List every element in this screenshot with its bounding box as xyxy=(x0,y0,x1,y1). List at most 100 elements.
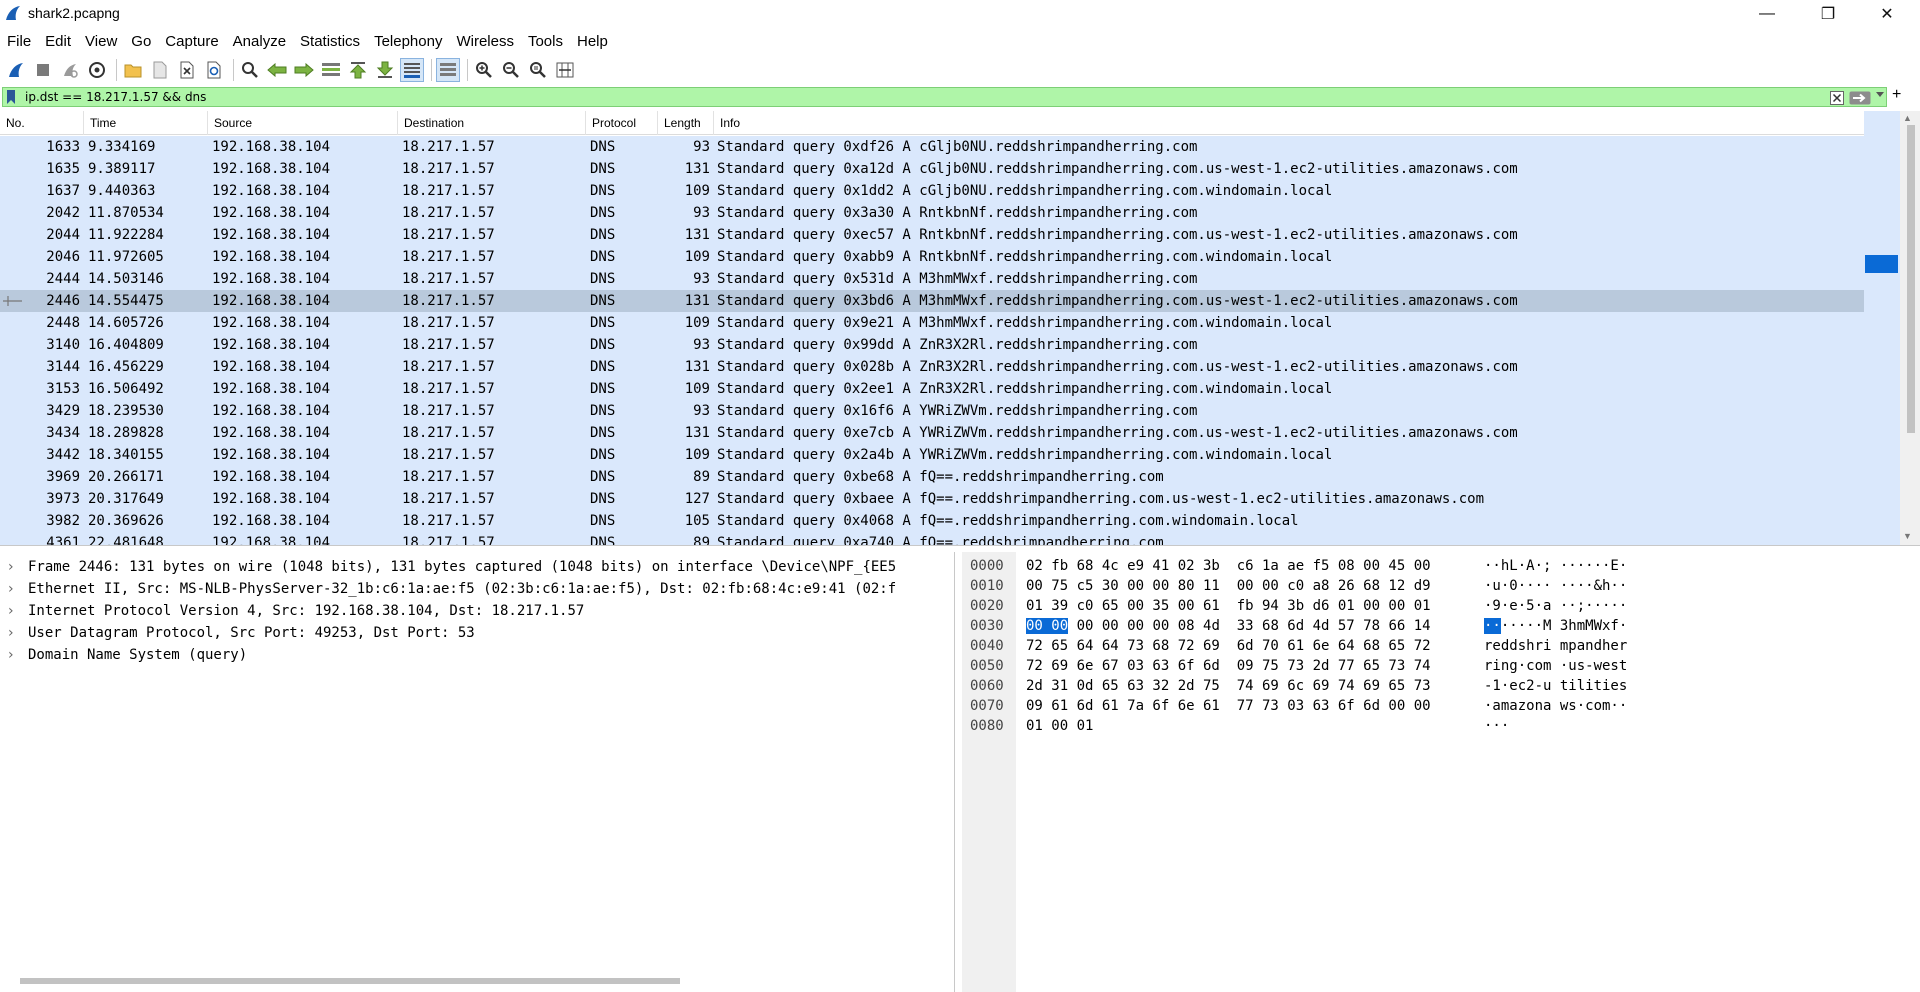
bookmark-icon[interactable] xyxy=(6,90,16,104)
menu-help[interactable]: Help xyxy=(570,31,615,53)
go-back-button[interactable] xyxy=(265,58,289,82)
minimize-button[interactable]: — xyxy=(1738,0,1796,28)
detail-row-dns[interactable]: › Domain Name System (query) xyxy=(0,644,954,666)
hex-ascii[interactable]: ·amazona ws·com·· xyxy=(1484,696,1627,716)
hex-ascii[interactable]: -1·ec2-u tilities xyxy=(1484,676,1627,696)
details-horizontal-scroll-thumb[interactable] xyxy=(20,978,680,984)
autoscroll-button[interactable] xyxy=(400,58,424,82)
display-filter-text[interactable]: ip.dst == 18.217.1.57 && dns xyxy=(25,90,206,104)
hex-bytes[interactable]: 02 fb 68 4c e9 41 02 3b c6 1a ae f5 08 0… xyxy=(1026,556,1431,576)
packet-row[interactable]: 2448 14.605726 192.168.38.104 18.217.1.57 DN… xyxy=(0,312,1864,334)
packet-row[interactable]: 2444 14.503146 192.168.38.104 18.217.1.57 DN… xyxy=(0,268,1864,290)
detail-row-ethernet[interactable]: › Ethernet II, Src: MS-NLB-PhysServer-32_… xyxy=(0,578,954,600)
hex-ascii[interactable]: ··hL·A·; ······E· xyxy=(1484,556,1627,576)
resize-columns-button[interactable] xyxy=(553,58,577,82)
hex-bytes[interactable]: 01 39 c0 65 00 35 00 61 fb 94 3b d6 01 0… xyxy=(1026,596,1431,616)
hex-ascii[interactable]: reddshri mpandher xyxy=(1484,636,1627,656)
hex-bytes[interactable]: 00 75 c5 30 00 00 80 11 00 00 c0 a8 26 6… xyxy=(1026,576,1431,596)
column-header-no[interactable]: No. xyxy=(0,111,84,135)
menu-telephony[interactable]: Telephony xyxy=(367,31,449,53)
column-header-length[interactable]: Length xyxy=(658,111,714,135)
packet-row[interactable]: 1637 9.440363 192.168.38.104 18.217.1.57 DNS… xyxy=(0,180,1864,202)
go-first-button[interactable] xyxy=(346,58,370,82)
packet-row[interactable]: 4361 22.481648 192.168.38.104 18.217.1.57 DN… xyxy=(0,532,1864,545)
packet-row[interactable]: 3140 16.404809 192.168.38.104 18.217.1.57 DN… xyxy=(0,334,1864,356)
start-capture-button[interactable] xyxy=(4,58,28,82)
chevron-right-icon[interactable]: › xyxy=(8,600,14,622)
chevron-right-icon[interactable]: › xyxy=(8,556,14,578)
packet-row[interactable]: 3429 18.239530 192.168.38.104 18.217.1.57 DN… xyxy=(0,400,1864,422)
restart-capture-button[interactable] xyxy=(58,58,82,82)
packet-row[interactable]: 3153 16.506492 192.168.38.104 18.217.1.57 DN… xyxy=(0,378,1864,400)
go-last-button[interactable] xyxy=(373,58,397,82)
go-forward-button[interactable] xyxy=(292,58,316,82)
hex-bytes[interactable]: 01 00 01 xyxy=(1026,716,1093,736)
hex-bytes[interactable]: 72 69 6e 67 03 63 6f 6d 09 75 73 2d 77 6… xyxy=(1026,656,1431,676)
hex-ascii[interactable]: ring·com ·us-west xyxy=(1484,656,1627,676)
save-file-button[interactable] xyxy=(148,58,172,82)
hex-ascii[interactable]: ·······M 3hmMWxf· xyxy=(1484,616,1627,636)
packet-row[interactable]: 3973 20.317649 192.168.38.104 18.217.1.57 DN… xyxy=(0,488,1864,510)
reload-file-button[interactable] xyxy=(202,58,226,82)
packet-row[interactable]: 3969 20.266171 192.168.38.104 18.217.1.57 DN… xyxy=(0,466,1864,488)
clear-filter-icon[interactable] xyxy=(1830,91,1844,105)
close-window-button[interactable]: ✕ xyxy=(1858,0,1916,28)
packet-row[interactable]: 3434 18.289828 192.168.38.104 18.217.1.57 DN… xyxy=(0,422,1864,444)
filter-history-dropdown-icon[interactable] xyxy=(1876,92,1884,98)
packet-list-scroll-thumb[interactable] xyxy=(1907,125,1915,433)
scroll-up-arrow-icon[interactable]: ▲ xyxy=(1903,113,1912,123)
zoom-in-button[interactable] xyxy=(472,58,496,82)
hex-bytes[interactable]: 72 65 64 64 73 68 72 69 6d 70 61 6e 64 6… xyxy=(1026,636,1431,656)
open-file-button[interactable] xyxy=(121,58,145,82)
column-header-source[interactable]: Source xyxy=(208,111,398,135)
detail-row-frame[interactable]: › Frame 2446: 131 bytes on wire (1048 bit… xyxy=(0,556,954,578)
menu-wireless[interactable]: Wireless xyxy=(449,31,521,53)
column-header-info[interactable]: Info xyxy=(714,111,1864,135)
capture-options-button[interactable] xyxy=(85,58,109,82)
packet-row[interactable]: 2046 11.972605 192.168.38.104 18.217.1.57 DN… xyxy=(0,246,1864,268)
hex-bytes[interactable]: 00 00 00 00 00 00 08 4d 33 68 6d 4d 57 7… xyxy=(1026,616,1431,636)
go-to-packet-button[interactable] xyxy=(319,58,343,82)
column-header-protocol[interactable]: Protocol xyxy=(586,111,658,135)
menu-file[interactable]: File xyxy=(0,31,38,53)
maximize-button[interactable]: ❐ xyxy=(1799,0,1857,28)
close-file-button[interactable] xyxy=(175,58,199,82)
packet-row[interactable]: 1633 9.334169 192.168.38.104 18.217.1.57 DNS… xyxy=(0,136,1864,158)
packet-row[interactable]: 3442 18.340155 192.168.38.104 18.217.1.57 DN… xyxy=(0,444,1864,466)
display-filter-input[interactable]: ip.dst == 18.217.1.57 && dns xyxy=(2,87,1887,107)
packet-row[interactable]: 1635 9.389117 192.168.38.104 18.217.1.57 DNS… xyxy=(0,158,1864,180)
apply-filter-icon[interactable] xyxy=(1849,91,1871,105)
hex-ascii[interactable]: ··· xyxy=(1484,716,1509,736)
menu-statistics[interactable]: Statistics xyxy=(293,31,367,53)
packet-row[interactable]: 2042 11.870534 192.168.38.104 18.217.1.57 DN… xyxy=(0,202,1864,224)
hex-bytes[interactable]: 2d 31 0d 65 63 32 2d 75 74 69 6c 69 74 6… xyxy=(1026,676,1431,696)
detail-row-ipv4[interactable]: › Internet Protocol Version 4, Src: 192.1… xyxy=(0,600,954,622)
menu-analyze[interactable]: Analyze xyxy=(226,31,293,53)
chevron-right-icon[interactable]: › xyxy=(8,644,14,666)
packet-row[interactable]: 3982 20.369626 192.168.38.104 18.217.1.57 DN… xyxy=(0,510,1864,532)
zoom-out-button[interactable] xyxy=(499,58,523,82)
hex-ascii[interactable]: ·9·e·5·a ··;····· xyxy=(1484,596,1627,616)
scroll-down-arrow-icon[interactable]: ▼ xyxy=(1903,531,1912,541)
colorize-button[interactable] xyxy=(436,58,460,82)
packet-row[interactable]: 2044 11.922284 192.168.38.104 18.217.1.57 DN… xyxy=(0,224,1864,246)
zoom-normal-button[interactable] xyxy=(526,58,550,82)
menu-capture[interactable]: Capture xyxy=(158,31,225,53)
add-filter-button-icon[interactable]: + xyxy=(1892,86,1901,104)
column-header-time[interactable]: Time xyxy=(84,111,208,135)
hex-ascii[interactable]: ·u·0···· ····&h·· xyxy=(1484,576,1627,596)
column-header-destination[interactable]: Destination xyxy=(398,111,586,135)
hex-bytes[interactable]: 09 61 6d 61 7a 6f 6e 61 77 73 03 63 6f 6… xyxy=(1026,696,1431,716)
menu-edit[interactable]: Edit xyxy=(38,31,78,53)
packet-row[interactable]: 3144 16.456229 192.168.38.104 18.217.1.57 DN… xyxy=(0,356,1864,378)
packet-minimap[interactable] xyxy=(1864,111,1900,545)
chevron-right-icon[interactable]: › xyxy=(8,622,14,644)
packet-row-selected[interactable]: 2446 14.554475 192.168.38.104 18.217.1.57 DN… xyxy=(0,290,1864,312)
detail-row-udp[interactable]: › User Datagram Protocol, Src Port: 49253… xyxy=(0,622,954,644)
stop-capture-button[interactable] xyxy=(31,58,55,82)
find-packet-button[interactable] xyxy=(238,58,262,82)
menu-tools[interactable]: Tools xyxy=(521,31,570,53)
menu-go[interactable]: Go xyxy=(124,31,158,53)
chevron-right-icon[interactable]: › xyxy=(8,578,14,600)
menu-view[interactable]: View xyxy=(78,31,124,53)
